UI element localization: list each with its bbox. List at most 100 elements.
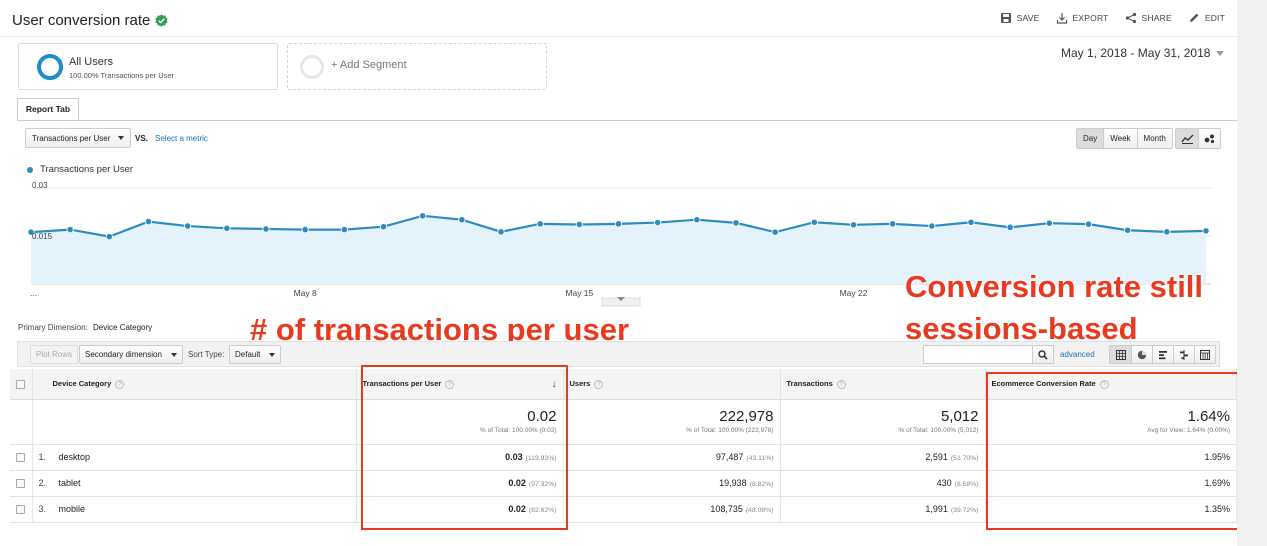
- metric-dropdown[interactable]: Transactions per User: [25, 128, 131, 148]
- sort-type-dropdown[interactable]: Default: [229, 345, 281, 364]
- row-number: 3.: [38, 504, 47, 514]
- primary-dimension-value[interactable]: Device Category: [93, 323, 152, 332]
- comparison-view-button[interactable]: [1173, 346, 1194, 363]
- data-view-button[interactable]: [1110, 346, 1131, 363]
- col-transactions-per-user[interactable]: Transactions per User? ↓: [356, 369, 564, 400]
- x-tick-label: May 15: [565, 288, 593, 298]
- device-link[interactable]: mobile: [59, 504, 86, 514]
- col-ecr-label: Ecommerce Conversion Rate: [991, 378, 1096, 388]
- verified-check-icon: [155, 13, 168, 27]
- data-point: [928, 222, 936, 230]
- share-button[interactable]: SHARE: [1125, 12, 1172, 24]
- transactions-cell: 2,591 (51.70%): [780, 444, 986, 471]
- motion-chart-button[interactable]: [1198, 129, 1220, 148]
- col-transactions[interactable]: Transactions?: [780, 369, 986, 400]
- table-row[interactable]: 2. tablet 0.02 (97.32%) 19,938 (8.82%) 430(…: [10, 470, 1237, 497]
- chevron-down-icon: [171, 352, 177, 357]
- bar-list-icon: [1159, 350, 1167, 359]
- table-header-row: Device Category? Transactions per User? …: [10, 369, 1237, 400]
- table-row[interactable]: 1. desktop 0.03 (119.93%) 97,487 (43.11%) 2…: [10, 444, 1237, 471]
- export-button[interactable]: EXPORT: [1056, 12, 1109, 24]
- help-icon[interactable]: ?: [115, 379, 125, 389]
- pencil-icon: [1189, 13, 1199, 22]
- device-cell: 2. tablet: [32, 470, 357, 497]
- help-icon[interactable]: ?: [445, 379, 455, 389]
- row-select-cell: [10, 444, 33, 471]
- save-button[interactable]: SAVE: [1000, 12, 1040, 24]
- sort-type-label: Sort Type:: [188, 350, 225, 359]
- totals-users-sub: % of Total: 100.00% (222,978): [686, 426, 774, 434]
- tab-divider: [17, 120, 1237, 121]
- transactions-cell: 430 (8.58%): [780, 470, 986, 497]
- edit-button[interactable]: EDIT: [1188, 12, 1225, 24]
- col-users[interactable]: Users?: [563, 369, 781, 400]
- help-icon[interactable]: ?: [594, 379, 604, 389]
- data-point: [223, 224, 231, 232]
- tab-report[interactable]: Report Tab: [17, 98, 79, 121]
- segment-all-users[interactable]: All Users 100.00% Transactions per User: [18, 43, 278, 90]
- users-pct: (8.82%): [749, 481, 774, 488]
- users-pct: (43.11%): [746, 455, 774, 462]
- percentage-view-button[interactable]: [1131, 346, 1152, 363]
- chevron-down-icon: [118, 136, 124, 140]
- bubble-chart-icon: [1204, 134, 1215, 144]
- row-checkbox[interactable]: [16, 505, 25, 515]
- table-row[interactable]: 3. mobile 0.02 (82.62%) 108,735 (48.08%) 1,…: [10, 496, 1237, 523]
- primary-dimension-label: Primary Dimension:: [18, 323, 88, 332]
- data-point: [1045, 219, 1053, 227]
- advanced-filter-link[interactable]: advanced: [1060, 350, 1095, 359]
- users-value: 108,735: [710, 504, 743, 514]
- row-checkbox[interactable]: [16, 479, 25, 489]
- primary-dimension: Primary Dimension: Device Category: [18, 323, 152, 332]
- pivot-view-button[interactable]: [1194, 346, 1215, 363]
- users-pct: (48.08%): [745, 507, 774, 514]
- period-month-button[interactable]: Month: [1136, 129, 1172, 148]
- row-checkbox[interactable]: [16, 453, 25, 463]
- data-point: [1124, 226, 1132, 234]
- device-link[interactable]: desktop: [59, 452, 91, 462]
- transactions-cell: 1,991 (39.72%): [780, 496, 986, 523]
- annotation-conversion-line1: Conversion rate still: [905, 269, 1204, 304]
- share-icon: [1125, 12, 1136, 24]
- date-range-picker[interactable]: May 1, 2018 - May 31, 2018: [1061, 46, 1225, 60]
- col-ecommerce-conversion-rate[interactable]: Ecommerce Conversion Rate?: [985, 369, 1237, 400]
- plot-rows-button[interactable]: Plot Rows: [30, 345, 79, 364]
- data-point: [1163, 228, 1171, 236]
- add-segment-button[interactable]: + Add Segment: [287, 43, 547, 90]
- period-week-button[interactable]: Week: [1103, 129, 1137, 148]
- help-icon[interactable]: ?: [1099, 379, 1109, 389]
- transactions-value: 430: [936, 478, 952, 488]
- select-all-checkbox[interactable]: [16, 379, 25, 389]
- data-table: Device Category? Transactions per User? …: [10, 369, 1237, 523]
- secondary-dimension-dropdown[interactable]: Secondary dimension: [79, 345, 183, 364]
- segment-subtitle: 100.00% Transactions per User: [69, 71, 175, 80]
- table-search-input[interactable]: [923, 345, 1033, 364]
- select-metric-link[interactable]: Select a metric: [155, 134, 208, 143]
- x-tick-label: May 8: [294, 288, 317, 298]
- period-day-button[interactable]: Day: [1077, 129, 1104, 148]
- device-link[interactable]: tablet: [59, 478, 81, 488]
- tpu-pct: (97.32%): [528, 481, 557, 488]
- col-device-category[interactable]: Device Category?: [32, 369, 357, 400]
- header-divider: [0, 36, 1237, 37]
- totals-tpu: 0.02: [527, 407, 557, 425]
- col-users-label: Users: [569, 378, 591, 388]
- users-cell: 97,487 (43.11%): [563, 444, 781, 471]
- data-point: [497, 228, 505, 236]
- device-cell: 3. mobile: [32, 496, 357, 523]
- data-point: [654, 218, 662, 227]
- help-icon[interactable]: ?: [836, 379, 846, 389]
- data-point: [262, 225, 270, 233]
- data-point: [1006, 223, 1014, 231]
- search-button[interactable]: [1032, 345, 1054, 364]
- tpu-cell: 0.03 (119.93%): [356, 444, 564, 471]
- performance-view-button[interactable]: [1152, 346, 1173, 363]
- totals-row: 0.02 % of Total: 100.00% (0.02) 222,978 …: [10, 399, 1237, 445]
- line-chart-button[interactable]: [1176, 129, 1198, 148]
- totals-label-cell: [32, 399, 357, 445]
- y-tick-label: 0.03: [32, 181, 48, 190]
- analytics-report: User conversion rate SAVE EXPORT SHARE E…: [0, 0, 1240, 546]
- comparison-icon: [1180, 349, 1188, 360]
- data-point: [575, 220, 583, 229]
- data-point: [105, 233, 113, 241]
